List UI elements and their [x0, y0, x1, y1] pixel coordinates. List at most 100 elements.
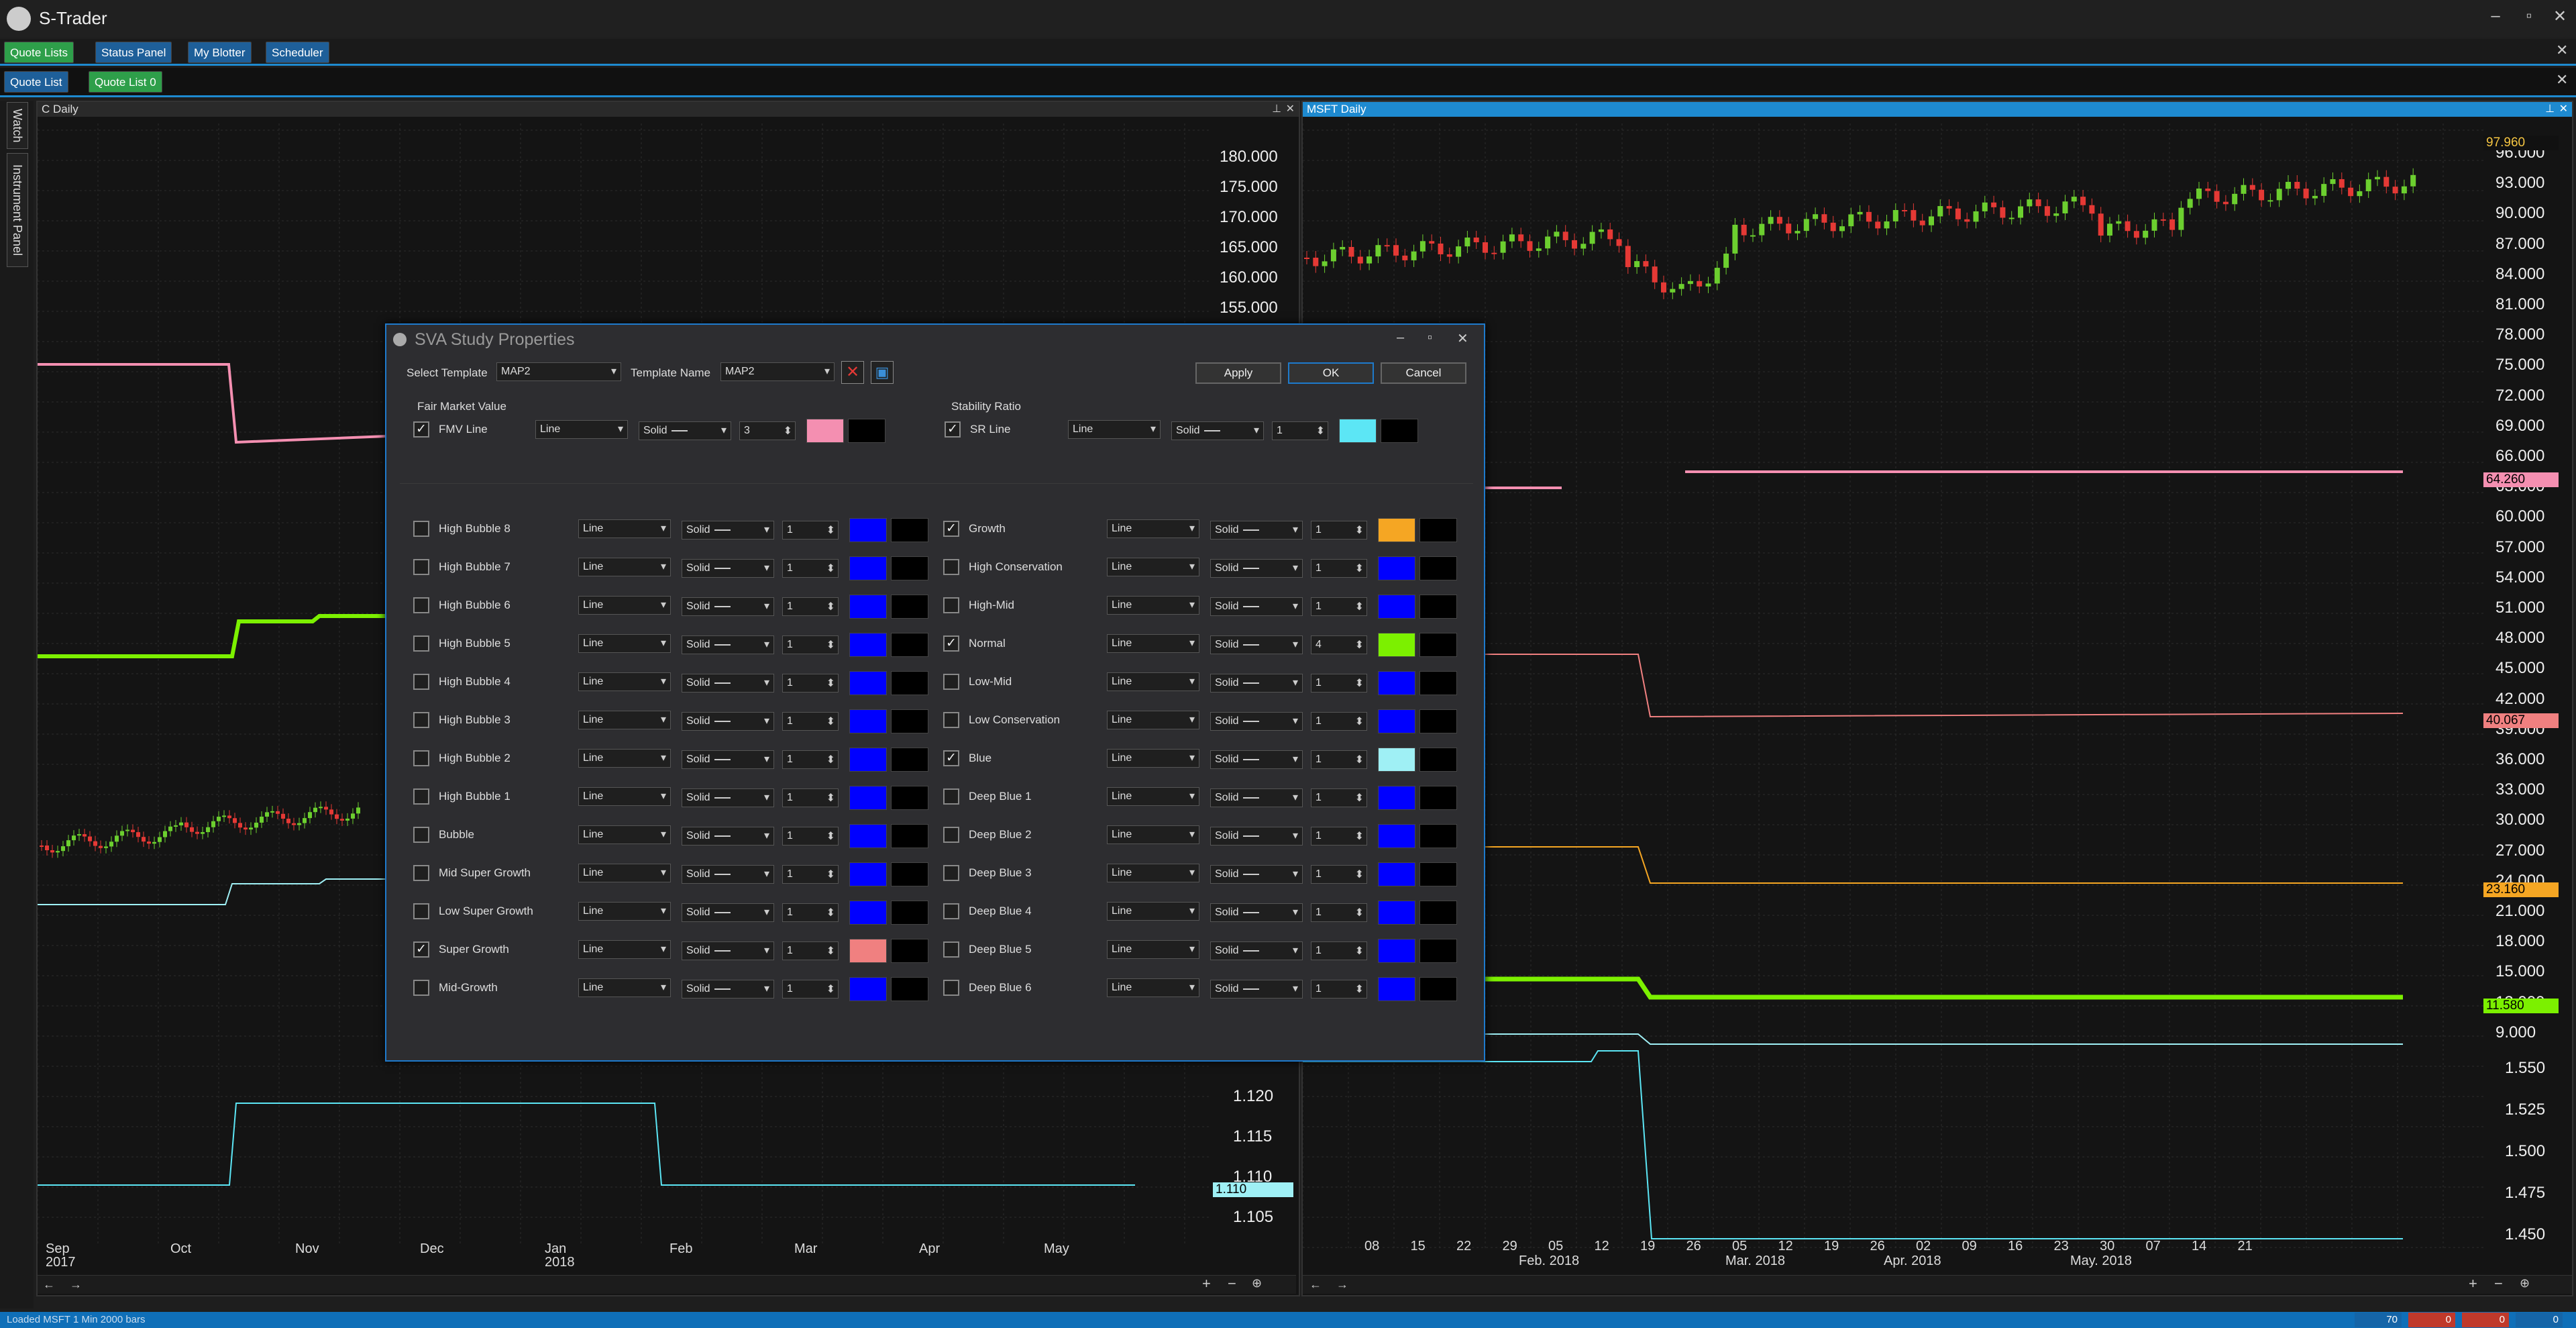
right-level-row-checkbox[interactable]	[943, 597, 959, 613]
left-level-row-type-select[interactable]: Line	[578, 864, 671, 882]
minimize-icon[interactable]: –	[2482, 7, 2509, 25]
left-level-row-type-select[interactable]: Line	[578, 672, 671, 691]
left-level-row-style-select[interactable]: Solid	[682, 941, 774, 960]
right-level-row-style-select[interactable]: Solid	[1210, 980, 1303, 999]
right-level-row-checkbox[interactable]	[943, 903, 959, 919]
right-level-row-checkbox[interactable]: ✓	[943, 750, 959, 766]
right-level-row-color-swatch[interactable]	[1378, 556, 1415, 580]
tab-my-blotter[interactable]: My Blotter	[188, 42, 252, 63]
sr-line-checkbox[interactable]: ✓	[945, 421, 961, 438]
left-level-row-style-select[interactable]: Solid	[682, 712, 774, 731]
left-level-row-type-select[interactable]: Line	[578, 558, 671, 576]
left-level-row-bg-color-swatch[interactable]	[891, 556, 928, 580]
right-level-row-type-select[interactable]: Line	[1107, 825, 1199, 844]
right-level-row-type-select[interactable]: Line	[1107, 672, 1199, 691]
pane-pin-icon[interactable]: ⊥	[2545, 102, 2555, 115]
dialog-close-icon[interactable]: ✕	[1457, 330, 1468, 347]
left-level-row-width-stepper[interactable]: 1	[782, 980, 839, 999]
left-level-row-color-swatch[interactable]	[849, 518, 887, 542]
left-level-row-width-stepper[interactable]: 1	[782, 521, 839, 540]
right-level-row-bg-color-swatch[interactable]	[1419, 939, 1457, 963]
right-level-row-bg-color-swatch[interactable]	[1419, 671, 1457, 695]
left-level-row-width-stepper[interactable]: 1	[782, 597, 839, 616]
right-level-row-width-stepper[interactable]: 4	[1311, 635, 1367, 654]
left-level-row-width-stepper[interactable]: 1	[782, 865, 839, 884]
left-level-row-width-stepper[interactable]: 1	[782, 750, 839, 769]
left-level-row-width-stepper[interactable]: 1	[782, 941, 839, 960]
right-level-row-width-stepper[interactable]: 1	[1311, 559, 1367, 578]
left-level-row-checkbox[interactable]	[413, 903, 429, 919]
left-level-row-bg-color-swatch[interactable]	[891, 901, 928, 925]
maximize-icon[interactable]: ▫	[2516, 7, 2542, 25]
left-level-row-checkbox[interactable]: ✓	[413, 941, 429, 958]
right-level-row-width-stepper[interactable]: 1	[1311, 980, 1367, 999]
right-level-row-checkbox[interactable]: ✓	[943, 635, 959, 652]
left-level-row-checkbox[interactable]	[413, 788, 429, 805]
left-level-row-style-select[interactable]: Solid	[682, 903, 774, 922]
left-level-row-style-select[interactable]: Solid	[682, 521, 774, 540]
left-level-row-style-select[interactable]: Solid	[682, 788, 774, 807]
sidebar-tab-watch[interactable]: Watch	[7, 102, 28, 149]
right-level-row-type-select[interactable]: Line	[1107, 864, 1199, 882]
right-level-row-width-stepper[interactable]: 1	[1311, 827, 1367, 846]
left-level-row-checkbox[interactable]	[413, 750, 429, 766]
left-level-row-type-select[interactable]: Line	[578, 749, 671, 768]
left-level-row-style-select[interactable]: Solid	[682, 635, 774, 654]
left-level-row-type-select[interactable]: Line	[578, 902, 671, 921]
left-level-row-bg-color-swatch[interactable]	[891, 977, 928, 1001]
right-level-row-color-swatch[interactable]	[1378, 595, 1415, 619]
right-level-row-width-stepper[interactable]: 1	[1311, 750, 1367, 769]
right-level-row-color-swatch[interactable]	[1378, 901, 1415, 925]
right-level-row-type-select[interactable]: Line	[1107, 940, 1199, 959]
fmv-line-checkbox[interactable]: ✓	[413, 421, 429, 438]
template-name-input[interactable]: MAP2	[720, 362, 835, 381]
right-level-row-bg-color-swatch[interactable]	[1419, 862, 1457, 886]
right-scroll-bar[interactable]	[1303, 1275, 2572, 1294]
left-level-row-style-select[interactable]: Solid	[682, 750, 774, 769]
magnify-icon[interactable]: ⊕	[2520, 1276, 2530, 1290]
left-level-row-bg-color-swatch[interactable]	[891, 709, 928, 733]
right-level-row-bg-color-swatch[interactable]	[1419, 556, 1457, 580]
left-level-row-width-stepper[interactable]: 1	[782, 827, 839, 846]
left-level-row-style-select[interactable]: Solid	[682, 827, 774, 846]
left-level-row-width-stepper[interactable]: 1	[782, 635, 839, 654]
left-level-row-color-swatch[interactable]	[849, 824, 887, 848]
select-template-dropdown[interactable]: MAP2	[496, 362, 621, 381]
right-level-row-bg-color-swatch[interactable]	[1419, 977, 1457, 1001]
ok-button[interactable]: OK	[1288, 362, 1374, 384]
sr-line-width-stepper[interactable]: 1	[1272, 421, 1328, 440]
left-level-row-checkbox[interactable]	[413, 635, 429, 652]
right-level-row-checkbox[interactable]	[943, 865, 959, 881]
left-level-row-color-swatch[interactable]	[849, 786, 887, 810]
right-level-row-style-select[interactable]: Solid	[1210, 559, 1303, 578]
left-level-row-style-select[interactable]: Solid	[682, 597, 774, 616]
right-level-row-checkbox[interactable]	[943, 980, 959, 996]
left-level-row-bg-color-swatch[interactable]	[891, 939, 928, 963]
left-level-row-color-swatch[interactable]	[849, 633, 887, 657]
pane-close-icon[interactable]: ✕	[2559, 102, 2568, 115]
pane-close-icon[interactable]: ✕	[1286, 102, 1295, 115]
right-level-row-type-select[interactable]: Line	[1107, 519, 1199, 538]
right-level-row-checkbox[interactable]	[943, 941, 959, 958]
right-level-row-type-select[interactable]: Line	[1107, 978, 1199, 997]
fmv-line-width-stepper[interactable]: 3	[739, 421, 796, 440]
right-level-row-width-stepper[interactable]: 1	[1311, 521, 1367, 540]
right-level-row-type-select[interactable]: Line	[1107, 902, 1199, 921]
right-level-row-bg-color-swatch[interactable]	[1419, 901, 1457, 925]
right-level-row-style-select[interactable]: Solid	[1210, 635, 1303, 654]
left-level-row-style-select[interactable]: Solid	[682, 559, 774, 578]
left-level-row-bg-color-swatch[interactable]	[891, 748, 928, 772]
left-level-row-style-select[interactable]: Solid	[682, 865, 774, 884]
left-level-row-bg-color-swatch[interactable]	[891, 595, 928, 619]
fmv-line-bg-color-swatch[interactable]	[848, 419, 885, 443]
left-level-row-width-stepper[interactable]: 1	[782, 788, 839, 807]
right-level-row-type-select[interactable]: Line	[1107, 749, 1199, 768]
right-level-row-checkbox[interactable]	[943, 559, 959, 575]
tab-quote-list-0[interactable]: Quote List 0	[89, 71, 162, 93]
left-level-row-checkbox[interactable]	[413, 712, 429, 728]
right-level-row-checkbox[interactable]: ✓	[943, 521, 959, 537]
cancel-button[interactable]: Cancel	[1381, 362, 1466, 384]
delete-template-icon[interactable]: ✕	[841, 361, 864, 384]
left-level-row-checkbox[interactable]	[413, 521, 429, 537]
left-level-row-width-stepper[interactable]: 1	[782, 559, 839, 578]
